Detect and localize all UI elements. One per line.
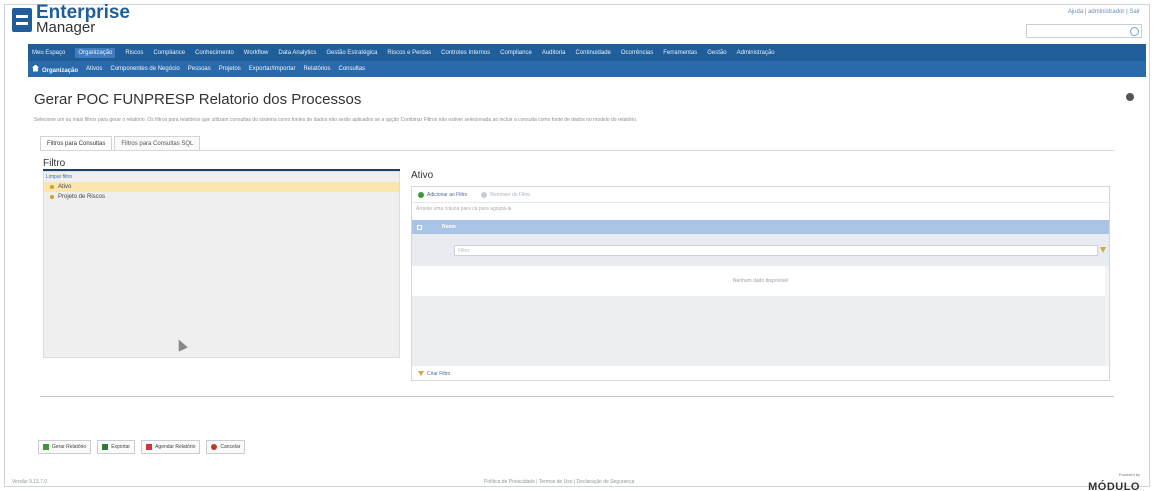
create-filter-label: Criar Filtro xyxy=(427,370,451,377)
excel-icon xyxy=(102,444,109,450)
funnel-icon xyxy=(418,371,424,376)
filter-funnel-icon[interactable] xyxy=(1100,247,1106,253)
help-icon[interactable] xyxy=(1126,93,1134,101)
ativo-grid-panel: Adicionar ao Filtro Remover do Filtro Ar… xyxy=(411,186,1110,381)
menu-item[interactable]: Workflow xyxy=(244,50,269,56)
menu-item[interactable]: Gestão Estratégica xyxy=(326,50,377,56)
bullet-icon xyxy=(50,185,54,189)
menu-item[interactable]: Compliance xyxy=(500,50,532,56)
search-input[interactable] xyxy=(1026,24,1142,38)
version-text: Versão 9.13.7.0 xyxy=(12,479,48,485)
logo[interactable]: Enterprise Manager xyxy=(12,2,130,35)
empty-message: Nenhum dado disponível xyxy=(412,266,1109,296)
powered-by-text: Powered by xyxy=(1118,472,1140,477)
menu-item[interactable]: Compliance xyxy=(153,50,185,56)
generate-report-button[interactable]: Gerar Relatório xyxy=(38,440,92,454)
home-icon xyxy=(32,64,39,72)
menu-item[interactable]: Ferramentas xyxy=(663,50,697,56)
tab-bar: Filtros para Consultas Filtros para Cons… xyxy=(40,136,202,151)
create-filter-button[interactable]: Criar Filtro xyxy=(412,366,1109,381)
generate-report-label: Gerar Relatório xyxy=(52,444,87,450)
grid-body xyxy=(412,296,1109,366)
clear-filter-link[interactable]: Limpar filtro xyxy=(44,172,399,182)
brand-logo: MÓDULO xyxy=(1088,481,1140,491)
remove-from-filter-label: Remover do Filtro xyxy=(490,191,531,198)
page-description: Selecione um ou mais filtros para gerar … xyxy=(34,117,638,123)
menu-item[interactable]: Riscos e Perdas xyxy=(387,50,431,56)
menu-item[interactable]: Gestão xyxy=(707,50,726,56)
tree-item-ativo[interactable]: Ativo xyxy=(44,182,399,192)
logo-line1: Enterprise xyxy=(36,2,130,23)
footer-logo: Powered by MÓDULO xyxy=(1088,472,1140,491)
calendar-icon xyxy=(146,444,153,450)
filter-tree: Limpar filtro Ativo Projeto de Riscos xyxy=(43,171,400,358)
add-to-filter-button[interactable]: Adicionar ao Filtro xyxy=(418,191,468,198)
select-all-checkbox[interactable] xyxy=(412,220,426,234)
check-icon xyxy=(43,444,49,450)
grid-toolbar: Adicionar ao Filtro Remover do Filtro xyxy=(412,187,1109,203)
tree-item-label: Projeto de Riscos xyxy=(58,194,106,200)
submenu-item-home[interactable]: Organização xyxy=(32,64,78,74)
submenu-item[interactable]: Exportar/Importar xyxy=(249,66,296,72)
minus-icon xyxy=(481,191,488,198)
menu-item[interactable]: Conhecimento xyxy=(195,50,234,56)
menu-item[interactable]: Auditoria xyxy=(542,50,566,56)
bullet-icon xyxy=(50,195,54,199)
grid-filter-row: Filtro xyxy=(412,234,1109,266)
page-title: Gerar POC FUNPRESP Relatorio dos Process… xyxy=(34,91,362,108)
section-divider xyxy=(40,396,1114,397)
export-button[interactable]: Exportar xyxy=(97,440,136,454)
schedule-report-button[interactable]: Agendar Relatório xyxy=(141,440,201,454)
group-hint: Arraste uma coluna para cá para agrupá-l… xyxy=(416,206,513,212)
top-links[interactable]: Ajuda | administrador | Sair xyxy=(1068,9,1140,15)
ativo-title: Ativo xyxy=(411,170,434,181)
column-header-nome[interactable]: Nome xyxy=(442,224,456,230)
grid-header: Nome xyxy=(412,220,1109,234)
menu-item[interactable]: Meu Espaço xyxy=(32,50,65,56)
tab-filters-sql[interactable]: Filtros para Consultas SQL xyxy=(114,136,201,151)
menu-item[interactable]: Administração xyxy=(737,50,775,56)
submenu-item[interactable]: Projetos xyxy=(219,66,241,72)
name-filter-input[interactable]: Filtro xyxy=(454,245,1098,256)
tab-divider xyxy=(40,150,1114,151)
tab-filters-queries[interactable]: Filtros para Consultas xyxy=(40,136,113,151)
menu-item-active[interactable]: Organização xyxy=(75,47,116,58)
submenu-item[interactable]: Componentes de Negócio xyxy=(110,66,179,72)
cancel-label: Cancelar xyxy=(220,444,241,450)
tree-item-projeto-riscos[interactable]: Projeto de Riscos xyxy=(44,192,399,202)
sub-menu: Organização Ativos Componentes de Negóci… xyxy=(28,61,1146,77)
submenu-item[interactable]: Pessoas xyxy=(188,66,211,72)
plus-icon xyxy=(418,191,424,198)
tree-item-label: Ativo xyxy=(58,184,72,190)
submenu-item[interactable]: Consultas xyxy=(338,66,365,72)
submenu-item[interactable]: Relatórios xyxy=(303,66,330,72)
schedule-report-label: Agendar Relatório xyxy=(155,444,196,450)
cancel-icon xyxy=(211,444,218,450)
main-menu: Meu Espaço Organização Riscos Compliance… xyxy=(28,44,1146,61)
menu-item[interactable]: Riscos xyxy=(125,50,143,56)
export-label: Exportar xyxy=(111,444,131,450)
menu-item[interactable]: Ocorrências xyxy=(621,50,653,56)
menu-item[interactable]: Controles Internos xyxy=(441,50,490,56)
footer-links[interactable]: Política de Privacidade | Termos de Uso … xyxy=(484,479,634,485)
cancel-button[interactable]: Cancelar xyxy=(206,440,246,454)
submenu-item[interactable]: Ativos xyxy=(86,66,102,72)
menu-item[interactable]: Data Analytics xyxy=(278,50,316,56)
logo-icon xyxy=(12,8,32,32)
filter-title: Filtro xyxy=(43,158,66,169)
add-to-filter-label: Adicionar ao Filtro xyxy=(427,191,468,198)
action-bar: Gerar Relatório Exportar Agendar Relatór… xyxy=(38,440,251,454)
menu-item[interactable]: Continuidade xyxy=(576,50,611,56)
remove-from-filter-button[interactable]: Remover do Filtro xyxy=(481,191,531,198)
search-icon[interactable] xyxy=(1130,27,1139,36)
grid-scrollbar[interactable] xyxy=(1105,266,1109,366)
